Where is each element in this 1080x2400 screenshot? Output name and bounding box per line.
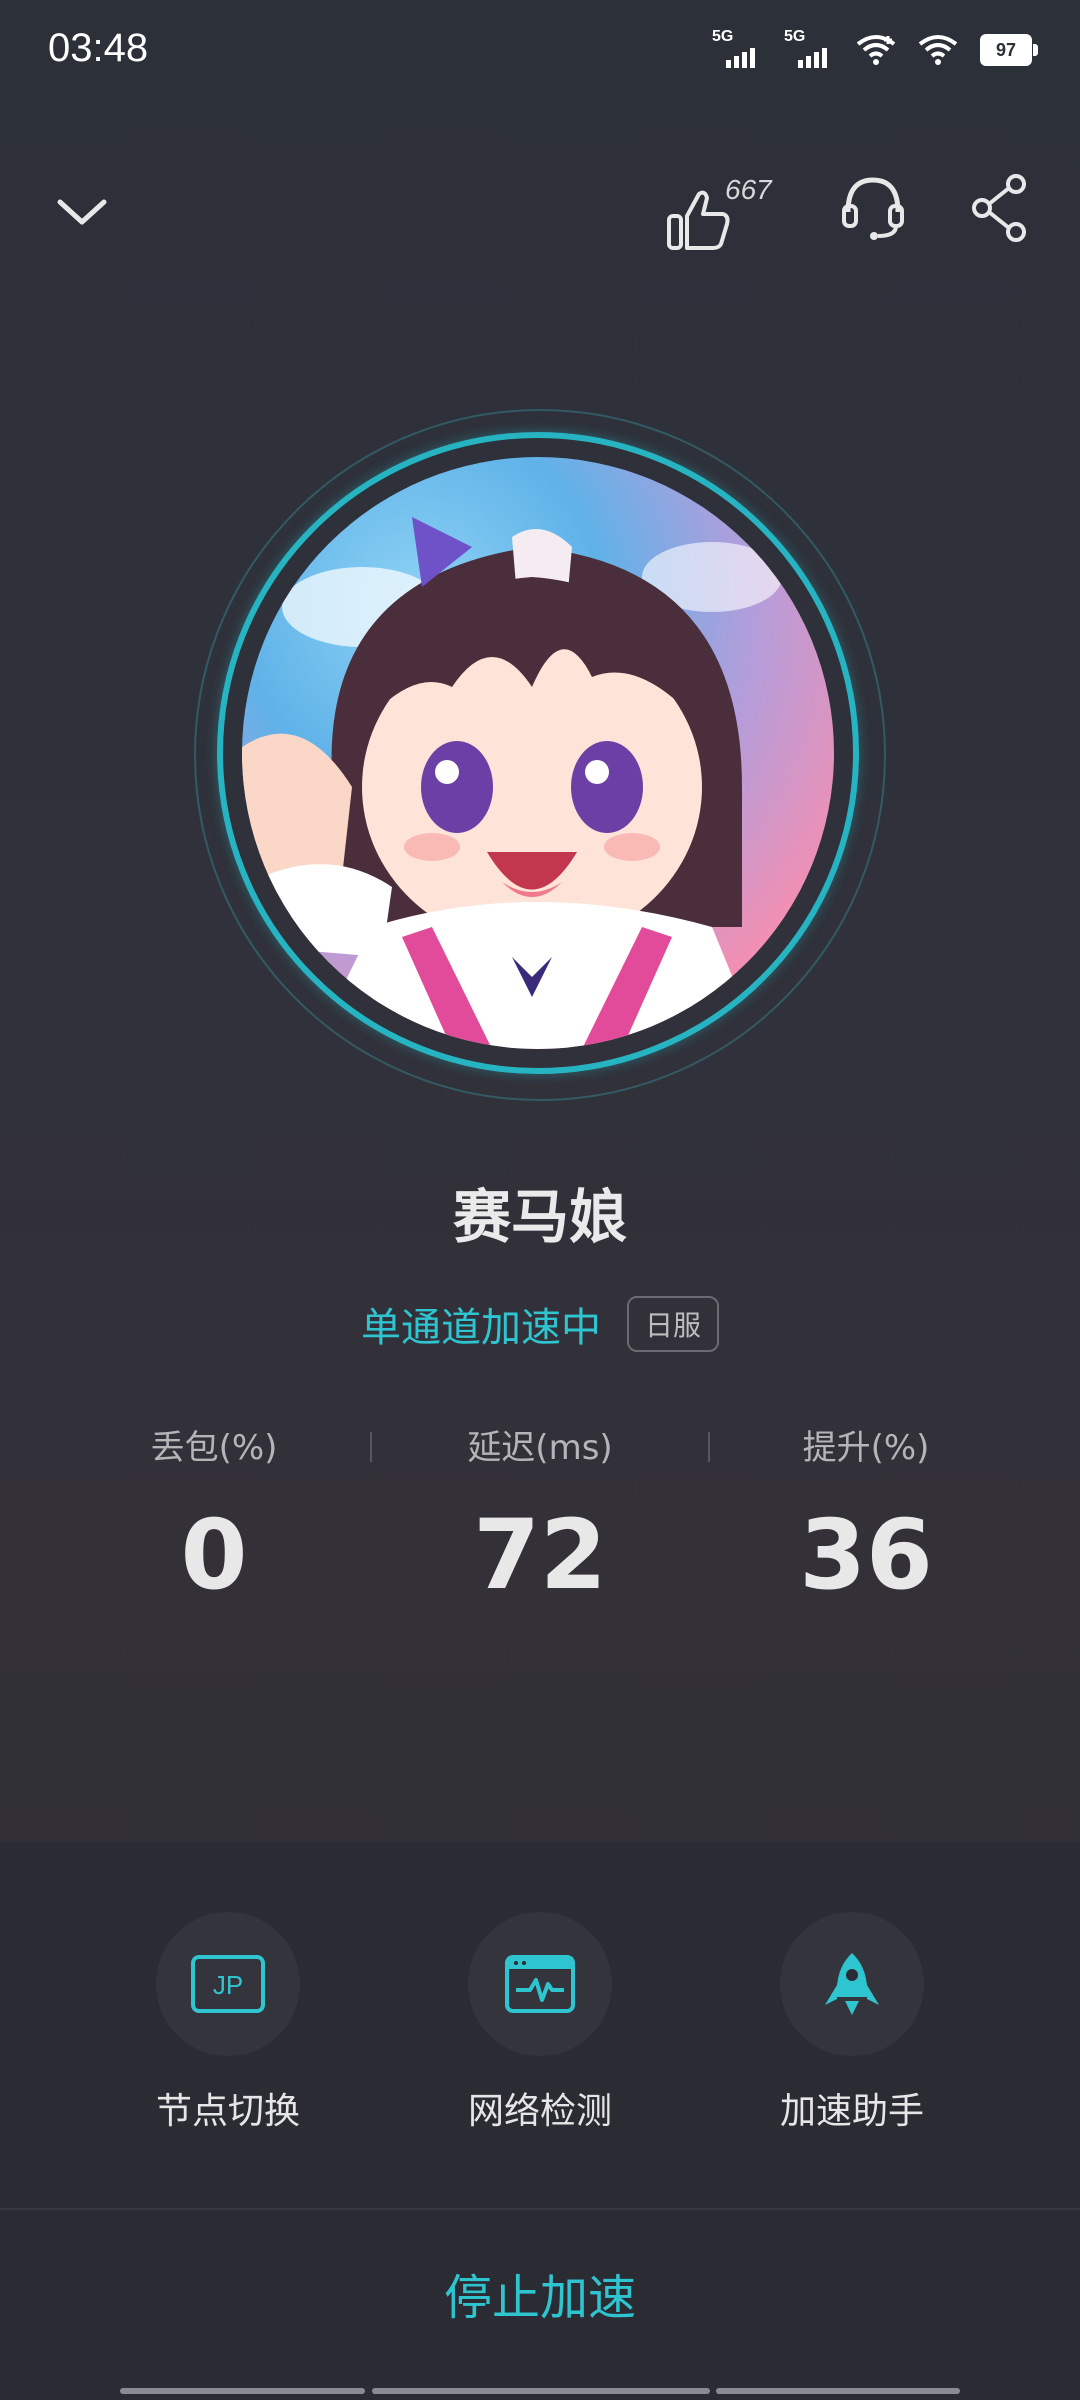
nav-indicator xyxy=(372,2388,710,2394)
game-cover xyxy=(190,405,890,1105)
jp-icon-text: JP xyxy=(213,1970,243,2000)
signal-type-label: 5G xyxy=(712,28,734,45)
battery-icon: 97 xyxy=(980,34,1038,66)
status-time: 03:48 xyxy=(48,26,149,70)
nav-indicator xyxy=(120,2388,365,2394)
jp-node-icon: JP xyxy=(191,1955,265,2013)
stat-label: 丢包(%) xyxy=(150,1428,278,1468)
stat-divider xyxy=(370,1432,372,1462)
tool-label: 节点切换 xyxy=(155,2091,300,2132)
packet-loss-stat: 丢包(%) 0 xyxy=(64,1420,364,1611)
game-avatar-image xyxy=(242,457,834,1049)
cellular-signal-icon: 5G xyxy=(784,28,834,70)
wifi-plus-icon xyxy=(856,34,896,66)
region-badge[interactable]: 日服 xyxy=(626,1296,719,1352)
status-icons: 5G 5G 97 xyxy=(712,28,1038,70)
network-check-button[interactable]: 网络检测 xyxy=(420,1912,660,2134)
game-title: 赛马娘 xyxy=(452,1183,627,1251)
customer-service-button[interactable] xyxy=(838,172,908,242)
acceleration-status: 单通道加速中 xyxy=(360,1305,601,1351)
nav-indicator xyxy=(716,2388,960,2394)
stat-label: 延迟(ms) xyxy=(467,1428,613,1468)
panel-divider xyxy=(0,2208,1080,2210)
stat-divider xyxy=(708,1432,710,1462)
stats-panel: 丢包(%) 0 延迟(ms) 72 提升(%) 36 xyxy=(0,1420,1080,1620)
headset-icon xyxy=(842,177,904,240)
acceleration-status-line: 单通道加速中 日服 xyxy=(0,1295,1080,1353)
network-monitor-icon xyxy=(505,1955,575,2013)
cellular-signal-icon: 5G xyxy=(712,28,762,70)
stat-value: 72 xyxy=(473,1499,607,1611)
rocket-icon xyxy=(825,1953,879,2015)
status-bar: 03:48 5G 5G 97 xyxy=(0,0,1080,100)
stat-value: 36 xyxy=(799,1499,933,1611)
improvement-stat: 提升(%) 36 xyxy=(716,1420,1016,1611)
share-icon xyxy=(972,174,1026,242)
accel-assistant-icon-circle xyxy=(780,1912,924,2056)
stop-acceleration-button[interactable]: 停止加速 xyxy=(340,2238,740,2348)
network-check-icon-circle xyxy=(468,1912,612,2056)
node-switch-button[interactable]: JP 节点切换 xyxy=(108,1912,348,2134)
latency-stat: 延迟(ms) 72 xyxy=(390,1420,690,1611)
like-count: 667 xyxy=(725,174,772,205)
stat-label: 提升(%) xyxy=(802,1428,930,1468)
tool-label: 网络检测 xyxy=(467,2091,612,2132)
stat-value: 0 xyxy=(180,1499,248,1611)
node-switch-icon-circle: JP xyxy=(156,1912,300,2056)
wifi-icon xyxy=(918,34,958,66)
signal-type-label: 5G xyxy=(784,28,806,45)
share-button[interactable] xyxy=(970,172,1030,242)
chevron-down-icon xyxy=(57,199,107,225)
battery-level: 97 xyxy=(995,39,1017,60)
bottom-panel: JP 节点切换 网络检测 加速助手 停止加速 xyxy=(0,1842,1080,2400)
tool-label: 加速助手 xyxy=(779,2091,924,2132)
top-action-bar: 667 xyxy=(0,150,1080,270)
accel-assistant-button[interactable]: 加速助手 xyxy=(732,1912,972,2134)
collapse-button[interactable] xyxy=(50,180,114,244)
like-button[interactable]: 667 xyxy=(665,168,785,258)
